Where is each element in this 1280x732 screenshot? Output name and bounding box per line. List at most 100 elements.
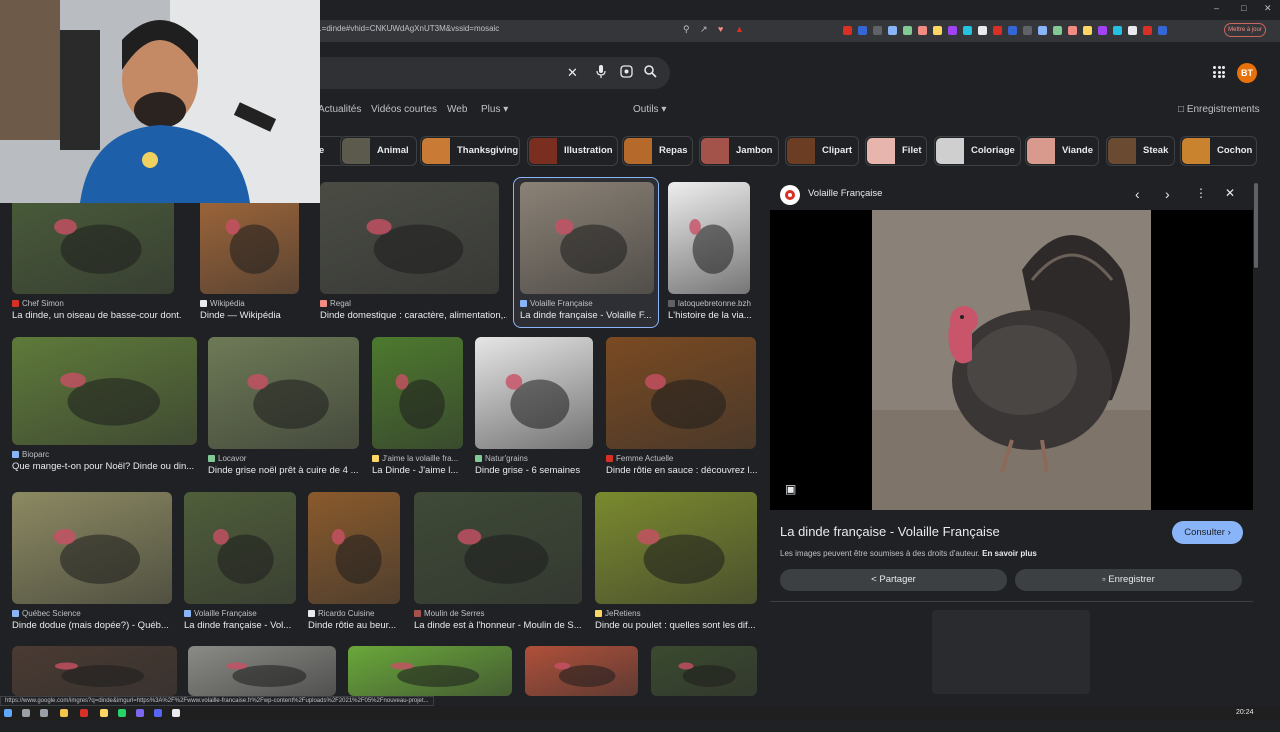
result-source[interactable]: Femme Actuelle — [606, 454, 673, 463]
extension-icon[interactable] — [873, 26, 882, 35]
image-result[interactable]: Volaille Française La dinde française - V… — [520, 182, 662, 330]
extension-icon[interactable] — [978, 26, 987, 35]
search-bar[interactable]: ✕ — [300, 57, 670, 89]
result-title[interactable]: Que mange-t-on pour Noël? Dinde ou din..… — [12, 461, 205, 472]
result-title[interactable]: Dinde grise - 6 semaines — [475, 465, 601, 476]
next-arrow-icon[interactable]: › — [1165, 186, 1170, 202]
result-source[interactable]: Regal — [320, 299, 351, 308]
result-source[interactable]: Ricardo Cuisine — [308, 609, 374, 618]
image-result[interactable]: Volaille Française La dinde française - V… — [184, 492, 304, 640]
image-result[interactable]: Regal Dinde domestique : caractère, alime… — [320, 182, 507, 330]
extension-icon[interactable] — [1068, 26, 1077, 35]
extension-icon[interactable] — [1143, 26, 1152, 35]
result-source[interactable]: Volaille Française — [184, 609, 257, 618]
image-result[interactable]: Chef Simon La dinde, un oiseau de basse-c… — [12, 182, 182, 330]
extension-icon[interactable] — [1113, 26, 1122, 35]
result-source[interactable]: Bioparc — [12, 450, 49, 459]
extension-icon[interactable] — [888, 26, 897, 35]
image-result[interactable]: Bioparc Que mange-t-on pour Noël? Dinde o… — [12, 337, 205, 481]
visual-search-icon[interactable]: ▣ — [785, 482, 796, 496]
result-thumbnail[interactable] — [188, 646, 336, 696]
result-thumbnail[interactable] — [12, 646, 177, 696]
image-result[interactable]: Moulin de Serres La dinde est à l'honneur… — [414, 492, 590, 640]
obs-icon[interactable] — [172, 709, 180, 717]
clear-icon[interactable]: ✕ — [567, 65, 578, 81]
url-text[interactable]: ...=dinde#vhid=CNKUWdAgXnUT3M&vssid=mosa… — [315, 24, 499, 33]
filter-chip[interactable]: Viande — [1025, 136, 1099, 166]
result-thumbnail[interactable] — [12, 337, 197, 445]
mic-icon[interactable] — [596, 65, 606, 79]
result-title[interactable]: Dinde rôtie au beur... — [308, 620, 408, 631]
more-options-icon[interactable]: ⋮ — [1195, 186, 1207, 200]
image-result[interactable]: J'aime la volaille fra... La Dinde - J'ai… — [372, 337, 471, 485]
result-thumbnail[interactable] — [348, 646, 512, 696]
result-title[interactable]: La dinde, un oiseau de basse-cour dont..… — [12, 310, 182, 321]
result-title[interactable]: Dinde ou poulet : quelles sont les dif..… — [595, 620, 765, 631]
extension-icon[interactable] — [933, 26, 942, 35]
result-source[interactable]: Locavor — [208, 454, 246, 463]
filter-chip[interactable]: Repas — [622, 136, 693, 166]
result-source[interactable]: Wikipédia — [200, 299, 245, 308]
share-button[interactable]: < Partager — [780, 569, 1007, 591]
preview-turkey-image[interactable] — [872, 210, 1151, 510]
extension-icon[interactable] — [963, 26, 972, 35]
result-thumbnail[interactable] — [208, 337, 359, 449]
extension-icon[interactable] — [1128, 26, 1137, 35]
app-icon[interactable] — [80, 709, 88, 717]
result-source[interactable]: Moulin de Serres — [414, 609, 484, 618]
close-panel-icon[interactable]: ✕ — [1225, 186, 1235, 200]
search-taskbar-icon[interactable] — [22, 709, 30, 717]
result-thumbnail[interactable] — [12, 492, 172, 604]
image-result[interactable]: Wikipédia Dinde — Wikipédia — [200, 182, 307, 330]
extension-icon[interactable] — [1023, 26, 1032, 35]
result-source[interactable]: Chef Simon — [12, 299, 64, 308]
warning-extension-icon[interactable]: ▲ — [735, 24, 744, 34]
result-title[interactable]: Dinde dodue (mais dopée?) - Québ... — [12, 620, 180, 631]
discord-icon[interactable] — [154, 709, 162, 717]
extension-icon[interactable] — [1038, 26, 1047, 35]
filter-chip[interactable]: Filet — [865, 136, 927, 166]
result-title[interactable]: Dinde domestique : caractère, alimentati… — [320, 310, 507, 321]
extension-icon[interactable] — [843, 26, 852, 35]
prev-arrow-icon[interactable]: ‹ — [1135, 186, 1140, 202]
search-icon[interactable] — [644, 65, 657, 82]
share-page-icon[interactable]: ↗ — [700, 24, 708, 35]
update-button[interactable]: Mettre à jour — [1224, 23, 1266, 37]
result-source[interactable]: latoquebretonne.bzh — [668, 299, 751, 308]
result-source[interactable]: Québec Science — [12, 609, 81, 618]
extension-icon[interactable] — [1083, 26, 1092, 35]
account-avatar[interactable]: BT — [1237, 63, 1257, 83]
result-thumbnail[interactable] — [525, 646, 638, 696]
tab-videos-courtes[interactable]: Vidéos courtes — [371, 104, 437, 115]
file-explorer-icon[interactable] — [60, 709, 68, 717]
saved-link[interactable]: □ Enregistrements — [1178, 104, 1260, 115]
extension-icon[interactable] — [903, 26, 912, 35]
lens-icon[interactable] — [620, 65, 633, 82]
image-result[interactable]: Femme Actuelle Dinde rôtie en sauce : déc… — [606, 337, 764, 485]
extension-icon[interactable] — [1053, 26, 1062, 35]
result-thumbnail[interactable] — [414, 492, 582, 604]
filter-chip[interactable]: Clipart — [785, 136, 859, 166]
result-title[interactable]: La Dinde - J'aime l... — [372, 465, 471, 476]
filter-chip[interactable]: Illustration — [527, 136, 618, 166]
result-source[interactable]: J'aime la volaille fra... — [372, 454, 458, 463]
filter-chip[interactable]: Cochon — [1180, 136, 1257, 166]
result-thumbnail[interactable] — [372, 337, 463, 449]
result-thumbnail[interactable] — [320, 182, 499, 294]
image-result[interactable]: Québec Science Dinde dodue (mais dopée?) … — [12, 492, 180, 640]
visit-button[interactable]: Consulter › — [1172, 521, 1243, 544]
app-icon[interactable] — [136, 709, 144, 717]
tools-button[interactable]: Outils ▾ — [633, 104, 666, 115]
result-title[interactable]: La dinde française - Vol... — [184, 620, 304, 631]
heart-extension-icon[interactable]: ♥ — [718, 24, 723, 34]
zoom-icon[interactable]: ⚲ — [683, 24, 690, 35]
extension-icon[interactable] — [1158, 26, 1167, 35]
panel-site-name[interactable]: Volaille Française — [808, 188, 882, 199]
result-title[interactable]: Dinde — Wikipédia — [200, 310, 307, 321]
task-view-icon[interactable] — [40, 709, 48, 717]
extension-icon[interactable] — [1098, 26, 1107, 35]
image-result[interactable]: Ricardo Cuisine Dinde rôtie au beur... — [308, 492, 408, 640]
extension-icon[interactable] — [948, 26, 957, 35]
filter-chip[interactable]: Thanksgiving — [420, 136, 520, 166]
result-thumbnail[interactable] — [475, 337, 593, 449]
